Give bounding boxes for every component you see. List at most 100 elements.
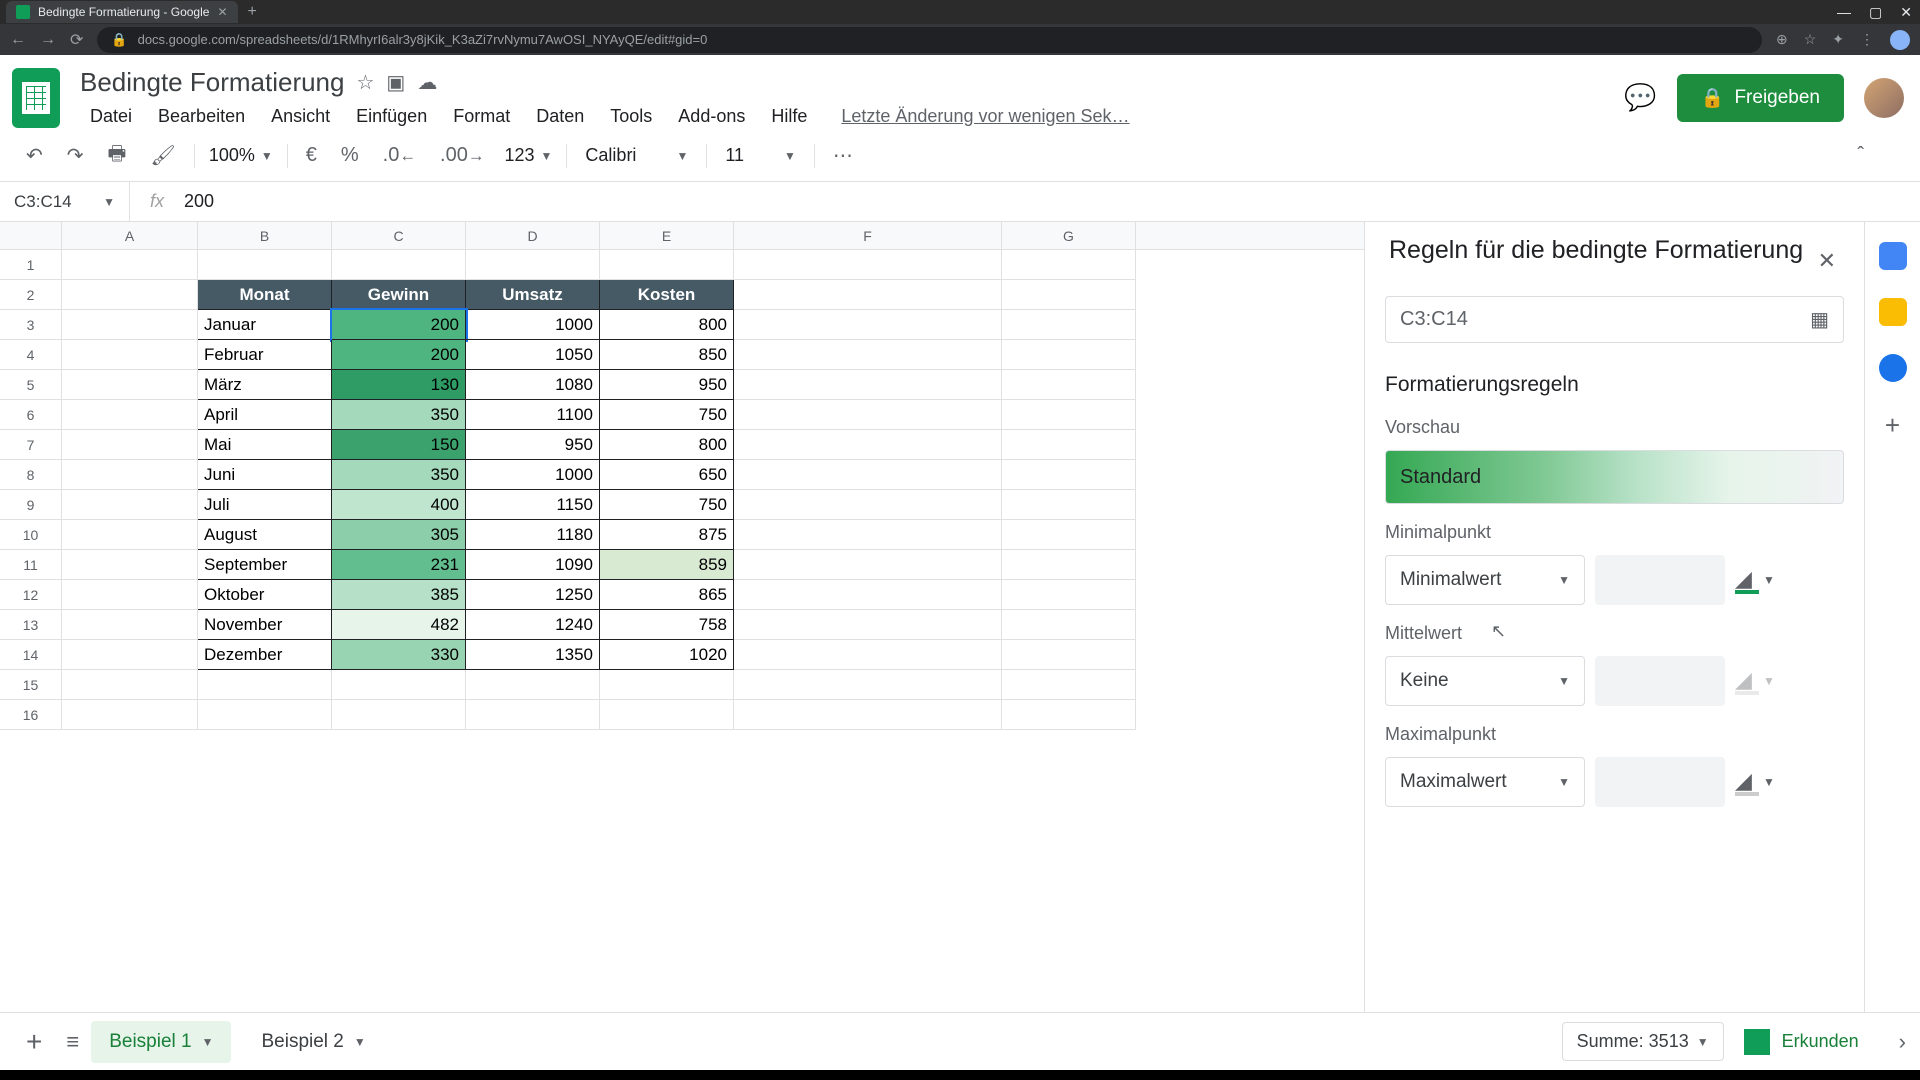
- cell-monat[interactable]: Januar: [198, 310, 332, 340]
- cell[interactable]: [62, 610, 198, 640]
- undo-icon[interactable]: ↶: [16, 137, 53, 174]
- bookmark-icon[interactable]: ☆: [1804, 31, 1817, 48]
- menu-hilfe[interactable]: Hilfe: [761, 104, 817, 129]
- cell[interactable]: [600, 250, 734, 280]
- cell-gewinn[interactable]: 231: [332, 550, 466, 580]
- minpoint-input[interactable]: [1595, 555, 1725, 605]
- cell[interactable]: [62, 670, 198, 700]
- name-box[interactable]: C3:C14 ▼: [0, 182, 130, 221]
- cell[interactable]: [1002, 430, 1136, 460]
- cell[interactable]: [734, 250, 1002, 280]
- cell-umsatz[interactable]: 1090: [466, 550, 600, 580]
- minpoint-color-picker[interactable]: ◢ ▼: [1735, 566, 1775, 594]
- cell-monat[interactable]: Mai: [198, 430, 332, 460]
- add-sheet-button[interactable]: +: [14, 1022, 54, 1062]
- row-header[interactable]: 8: [0, 460, 62, 490]
- fontsize-select[interactable]: 11 ▼: [715, 145, 806, 166]
- cell[interactable]: [62, 520, 198, 550]
- cell-monat[interactable]: Dezember: [198, 640, 332, 670]
- cell-kosten[interactable]: 650: [600, 460, 734, 490]
- more-toolbar-icon[interactable]: ⋯: [823, 137, 863, 174]
- cell-monat[interactable]: September: [198, 550, 332, 580]
- formula-input[interactable]: [184, 191, 1920, 212]
- row-header[interactable]: 3: [0, 310, 62, 340]
- cell[interactable]: [1002, 280, 1136, 310]
- cell[interactable]: [1002, 490, 1136, 520]
- cell[interactable]: [62, 700, 198, 730]
- cell-kosten[interactable]: 1020: [600, 640, 734, 670]
- minpoint-select[interactable]: Minimalwert ▼: [1385, 555, 1585, 605]
- row-header[interactable]: 13: [0, 610, 62, 640]
- zoom-select[interactable]: 100% ▼: [203, 145, 279, 166]
- reload-icon[interactable]: ⟳: [70, 30, 83, 50]
- maxpoint-input[interactable]: [1595, 757, 1725, 807]
- profile-avatar[interactable]: [1864, 78, 1904, 118]
- cell[interactable]: [332, 700, 466, 730]
- col-header-d[interactable]: D: [466, 222, 600, 249]
- cell[interactable]: [1002, 520, 1136, 550]
- calendar-icon[interactable]: [1879, 242, 1907, 270]
- row-header[interactable]: 9: [0, 490, 62, 520]
- currency-button[interactable]: €: [296, 138, 327, 173]
- cell[interactable]: [734, 280, 1002, 310]
- redo-icon[interactable]: ↷: [57, 137, 94, 174]
- cell-kosten[interactable]: 950: [600, 370, 734, 400]
- all-sheets-icon[interactable]: ≡: [66, 1029, 79, 1055]
- cell-gewinn[interactable]: 305: [332, 520, 466, 550]
- cell-kosten[interactable]: 850: [600, 340, 734, 370]
- comments-icon[interactable]: 💬: [1624, 82, 1656, 113]
- preview-box[interactable]: Standard: [1385, 450, 1844, 504]
- cell-kosten[interactable]: 800: [600, 430, 734, 460]
- cell[interactable]: [734, 400, 1002, 430]
- cell[interactable]: [198, 250, 332, 280]
- menu-format[interactable]: Format: [443, 104, 520, 129]
- menu-daten[interactable]: Daten: [526, 104, 594, 129]
- menu-icon[interactable]: ⋮: [1860, 31, 1874, 48]
- cell[interactable]: [62, 550, 198, 580]
- cell-gewinn[interactable]: 150: [332, 430, 466, 460]
- browser-tab[interactable]: Bedingte Formatierung - Google ✕: [6, 1, 238, 23]
- row-header[interactable]: 2: [0, 280, 62, 310]
- cell[interactable]: [466, 250, 600, 280]
- cell-monat[interactable]: Februar: [198, 340, 332, 370]
- cell[interactable]: [466, 700, 600, 730]
- cell[interactable]: [734, 550, 1002, 580]
- cell-kosten[interactable]: 859: [600, 550, 734, 580]
- col-header-b[interactable]: B: [198, 222, 332, 249]
- cell[interactable]: [1002, 610, 1136, 640]
- increase-decimal-button[interactable]: .00→: [430, 138, 494, 173]
- forward-icon[interactable]: →: [40, 31, 56, 49]
- back-icon[interactable]: ←: [10, 31, 26, 49]
- add-addon-icon[interactable]: +: [1885, 410, 1900, 441]
- cell[interactable]: [62, 340, 198, 370]
- maxpoint-color-picker[interactable]: ◢ ▼: [1735, 768, 1775, 796]
- cell-kosten[interactable]: 750: [600, 490, 734, 520]
- midpoint-select[interactable]: Keine ▼: [1385, 656, 1585, 706]
- cell[interactable]: [1002, 460, 1136, 490]
- cell[interactable]: [62, 460, 198, 490]
- cell[interactable]: [734, 640, 1002, 670]
- row-header[interactable]: 5: [0, 370, 62, 400]
- col-header-a[interactable]: A: [62, 222, 198, 249]
- cell-umsatz[interactable]: 1180: [466, 520, 600, 550]
- cell[interactable]: [466, 670, 600, 700]
- cell[interactable]: [198, 700, 332, 730]
- cell-gewinn[interactable]: 330: [332, 640, 466, 670]
- col-header-f[interactable]: F: [734, 222, 1002, 249]
- font-select[interactable]: Calibri ▼: [575, 145, 698, 166]
- cell[interactable]: [734, 460, 1002, 490]
- menu-einfuegen[interactable]: Einfügen: [346, 104, 437, 129]
- cell-umsatz[interactable]: 1250: [466, 580, 600, 610]
- row-header[interactable]: 14: [0, 640, 62, 670]
- cell-umsatz[interactable]: 950: [466, 430, 600, 460]
- menu-tools[interactable]: Tools: [600, 104, 662, 129]
- cell[interactable]: [1002, 340, 1136, 370]
- col-header-e[interactable]: E: [600, 222, 734, 249]
- row-header[interactable]: 4: [0, 340, 62, 370]
- cell[interactable]: [332, 250, 466, 280]
- cell-umsatz[interactable]: 1350: [466, 640, 600, 670]
- cell-kosten[interactable]: 758: [600, 610, 734, 640]
- cell-kosten[interactable]: 800: [600, 310, 734, 340]
- cell[interactable]: [332, 670, 466, 700]
- cell[interactable]: [62, 430, 198, 460]
